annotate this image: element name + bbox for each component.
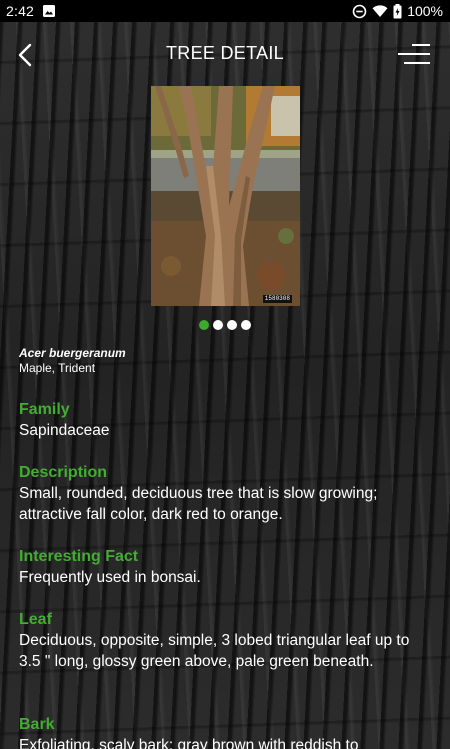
page-title: TREE DETAIL <box>166 43 284 63</box>
photo-tag: 1580308 <box>262 295 292 303</box>
menu-icon <box>398 44 430 64</box>
image-icon <box>42 4 56 18</box>
section-body: Deciduous, opposite, simple, 3 lobed tri… <box>19 632 410 670</box>
section-body: Frequently used in bonsai. <box>19 569 201 586</box>
section-title: Bark <box>19 716 55 733</box>
tree-photo[interactable]: 1580308 <box>151 86 300 306</box>
section-interesting-fact: Interesting Fact Frequently used in bons… <box>19 546 431 588</box>
section-title: Leaf <box>19 611 52 628</box>
battery-percent: 100% <box>407 3 443 19</box>
botanical-name: Acer buergeranum <box>19 346 126 360</box>
section-body: Small, rounded, deciduous tree that is s… <box>19 485 378 523</box>
pager-dot-2[interactable] <box>213 320 223 330</box>
section-body: Sapindaceae <box>19 422 110 439</box>
image-pager <box>199 320 251 330</box>
section-bark: Bark Exfoliating, scaly bark; gray brown… <box>19 714 431 749</box>
wifi-icon <box>372 4 388 18</box>
pager-dot-4[interactable] <box>241 320 251 330</box>
section-title: Family <box>19 401 70 418</box>
pager-dot-1[interactable] <box>199 320 209 330</box>
do-not-disturb-icon <box>352 4 367 19</box>
pager-dot-3[interactable] <box>227 320 237 330</box>
battery-charging-icon <box>393 3 402 19</box>
common-name: Maple, Trident <box>19 361 96 375</box>
status-right: 100% <box>352 3 443 19</box>
app-bar: TREE DETAIL <box>0 22 450 84</box>
section-title: Description <box>19 464 108 481</box>
section-description: Description Small, rounded, deciduous tr… <box>19 462 431 525</box>
section-leaf: Leaf Deciduous, opposite, simple, 3 lobe… <box>19 609 431 672</box>
status-bar: 2:42 100% <box>0 0 450 22</box>
tree-photo-image <box>151 86 300 306</box>
status-left: 2:42 <box>6 3 56 19</box>
section-body: Exfoliating, scaly bark; gray brown with… <box>19 737 359 749</box>
section-title: Interesting Fact <box>19 548 139 565</box>
status-time: 2:42 <box>6 3 35 19</box>
menu-button[interactable] <box>396 40 432 68</box>
section-family: Family Sapindaceae <box>19 399 431 441</box>
